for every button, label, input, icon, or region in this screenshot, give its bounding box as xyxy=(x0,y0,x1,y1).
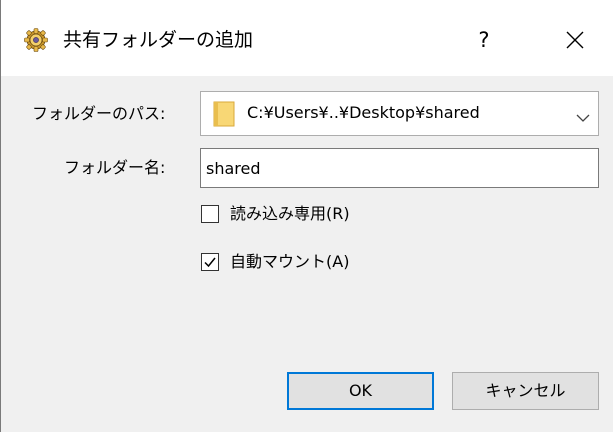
read-only-label[interactable]: 読み込み専用(R) xyxy=(230,204,350,224)
auto-mount-checkbox[interactable] xyxy=(201,253,219,271)
help-button[interactable]: ? xyxy=(463,22,505,58)
folder-path-combobox[interactable]: C:¥Users¥..¥Desktop¥shared xyxy=(200,91,599,136)
checkmark-icon xyxy=(204,257,216,268)
ok-button[interactable]: OK xyxy=(287,372,434,410)
close-button[interactable] xyxy=(554,22,596,58)
folder-icon xyxy=(213,101,237,127)
cancel-button[interactable]: キャンセル xyxy=(452,372,599,410)
folder-name-label: フォルダー名: xyxy=(64,158,166,177)
window-title: 共有フォルダーの追加 xyxy=(63,29,254,51)
read-only-checkbox[interactable] xyxy=(201,205,219,223)
folder-path-label: フォルダーのパス: xyxy=(32,104,166,123)
title-bar: 共有フォルダーの追加 ? xyxy=(1,0,613,76)
add-shared-folder-dialog: 共有フォルダーの追加 ? フォルダーのパス: C:¥Users¥..¥Deskt… xyxy=(0,0,613,432)
virtualbox-gear-icon xyxy=(24,28,48,52)
close-icon xyxy=(566,31,584,49)
auto-mount-label[interactable]: 自動マウント(A) xyxy=(230,252,349,272)
folder-name-input[interactable] xyxy=(200,148,599,188)
folder-path-value: C:¥Users¥..¥Desktop¥shared xyxy=(247,103,480,122)
chevron-down-icon[interactable] xyxy=(576,108,590,122)
